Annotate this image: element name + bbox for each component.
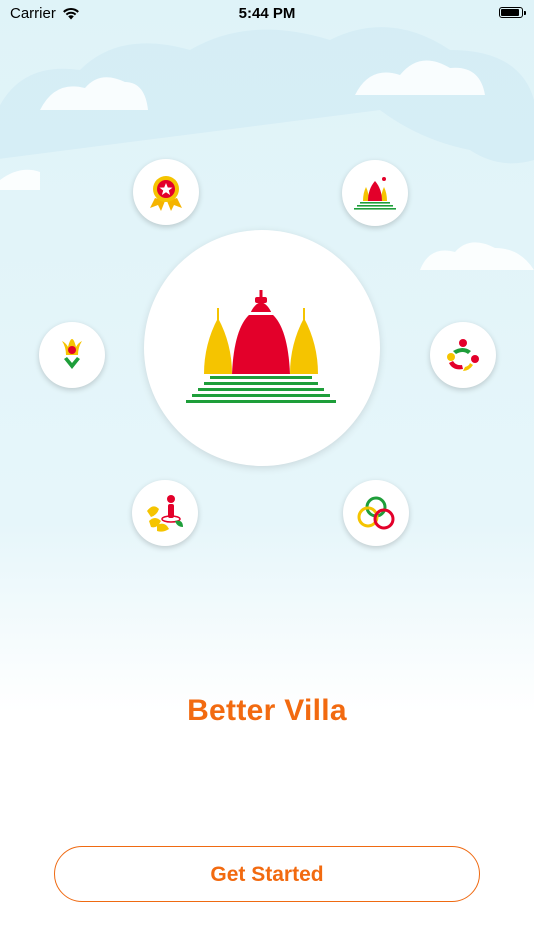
app-title: Better Villa [187, 694, 347, 727]
tulip-flower-bubble [39, 322, 105, 388]
produce-person-bubble [132, 480, 198, 546]
award-ribbon-bubble [133, 159, 199, 225]
tulip-flower-icon [62, 339, 82, 369]
main-logo-circle [144, 230, 380, 466]
battery-icon [499, 7, 526, 18]
interlocking-rings-icon [357, 496, 395, 530]
community-people-icon [447, 339, 479, 371]
temple-logo-icon [186, 290, 336, 403]
temple-small-bubble [342, 160, 408, 226]
temple-small-icon [354, 177, 396, 210]
community-people-bubble [430, 322, 496, 388]
interlocking-rings-bubble [343, 480, 409, 546]
award-ribbon-icon [150, 176, 182, 211]
get-started-button[interactable]: Get Started [54, 846, 480, 902]
produce-person-icon [147, 495, 183, 532]
